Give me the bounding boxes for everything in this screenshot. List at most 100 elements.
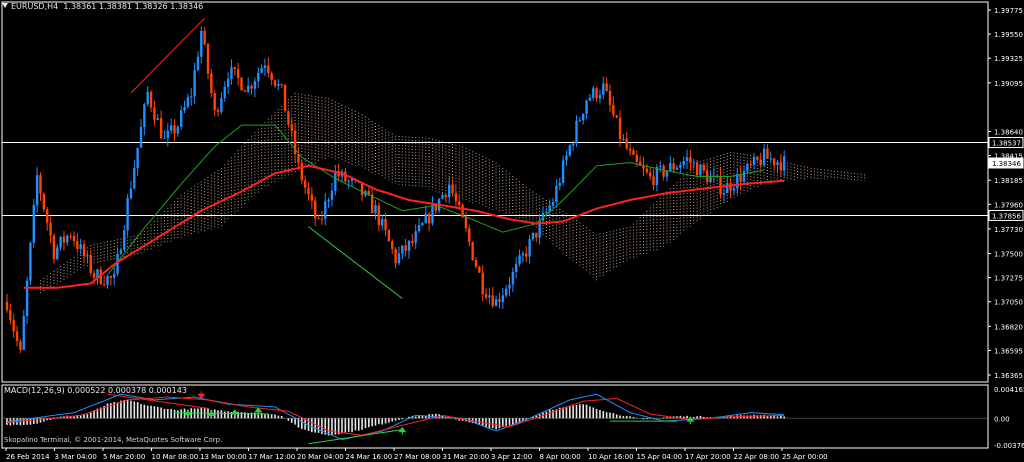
candle-body: [484, 294, 488, 298]
candle-body: [109, 276, 113, 278]
candle-body: [762, 148, 766, 166]
candle-body: [746, 163, 749, 172]
candle-body: [32, 204, 35, 243]
candle-body: [652, 176, 655, 186]
candle-body: [645, 168, 649, 173]
candle-body: [226, 78, 230, 87]
candle-body: [783, 156, 786, 171]
candle-body: [602, 83, 605, 95]
candle-body: [394, 248, 397, 264]
candle-body: [300, 162, 303, 181]
main-plot-frame: [1, 1, 989, 383]
candle-body: [595, 88, 598, 99]
candle-body: [330, 190, 334, 200]
candle-body: [56, 247, 59, 259]
candle-body: [166, 130, 169, 138]
candle-body: [561, 160, 565, 183]
candle-body: [317, 218, 320, 220]
candle-body: [494, 299, 498, 307]
y-tick-label: 1.38185: [994, 177, 1023, 185]
candle-body: [508, 284, 511, 289]
candle-body: [515, 264, 518, 272]
candle-body: [702, 164, 705, 171]
candle-body: [69, 235, 72, 237]
candle-body: [454, 193, 458, 202]
up-arrow-icon: [398, 426, 407, 435]
candle-body: [615, 115, 618, 118]
candle-body: [468, 228, 471, 243]
candle-body: [72, 235, 76, 242]
candle-body: [578, 120, 582, 122]
candle-body: [42, 193, 46, 210]
candle-body: [52, 235, 56, 259]
candle-body: [551, 202, 555, 206]
candle-body: [190, 96, 193, 98]
candle-body: [625, 138, 628, 149]
symbol-label: EURUSD,H4: [11, 2, 59, 11]
candle-body: [441, 195, 444, 200]
y-tick-label: 1.39550: [994, 31, 1023, 39]
candle-body: [203, 30, 206, 45]
candle-body: [632, 150, 635, 155]
candle-body: [324, 201, 327, 219]
candle-body: [277, 84, 280, 86]
x-tick-label: 3 Mar 04:00: [55, 453, 97, 461]
y-tick-label: 1.37050: [994, 299, 1023, 307]
candle-body: [618, 117, 622, 140]
candle-body: [233, 67, 236, 70]
candle-body: [200, 30, 203, 57]
x-tick-label: 20 Mar 04:00: [297, 453, 344, 461]
candle-body: [220, 98, 223, 112]
candle-body: [655, 166, 659, 186]
candle-body: [15, 331, 19, 342]
candle-body: [397, 253, 401, 264]
candle-body: [240, 77, 243, 91]
candle-body: [719, 176, 722, 195]
y-tick-label: 1.36595: [994, 347, 1023, 355]
candle-body: [280, 84, 283, 86]
candle-body: [176, 126, 180, 134]
candle-body: [682, 160, 685, 166]
candle-body: [732, 188, 736, 191]
candle-body: [19, 341, 22, 350]
x-tick-label: 10 Apr 16:00: [588, 453, 634, 461]
candle-body: [334, 170, 337, 191]
macd-y-tick-label: 0.00: [994, 415, 1010, 423]
candle-body: [535, 232, 538, 238]
candle-body: [772, 158, 776, 166]
candle-body: [307, 187, 310, 195]
candle-body: [565, 155, 568, 161]
candle-body: [695, 162, 699, 176]
candle-body: [136, 147, 139, 168]
candle-body: [243, 90, 247, 92]
candle-body: [699, 164, 702, 176]
candle-body: [39, 175, 42, 194]
candle-body: [612, 104, 615, 116]
candle-body: [79, 244, 82, 249]
y-tick-label: 1.39775: [994, 7, 1023, 15]
x-tick-label: 5 Mar 20:00: [103, 453, 145, 461]
y-tick-label: 1.37500: [994, 251, 1023, 259]
candle-body: [756, 156, 759, 160]
candle-body: [236, 69, 240, 78]
candle-body: [659, 165, 662, 167]
candle-body: [585, 100, 588, 114]
candle-body: [665, 170, 669, 177]
x-tick-label: 26 Feb 2014: [6, 453, 50, 461]
candle-body: [404, 245, 407, 251]
candle-body: [421, 223, 424, 226]
macd-y-tick-label: -0.003766: [994, 442, 1024, 450]
up-arrow-icon: [183, 409, 192, 418]
candle-body: [478, 266, 481, 273]
candle-body: [451, 184, 454, 194]
candle-body: [525, 253, 528, 257]
candle-body: [391, 241, 394, 249]
slow-moving-average: [23, 164, 785, 289]
candle-body: [5, 301, 9, 311]
candle-body: [749, 163, 752, 165]
chart-window: 1.39775 1.39550 1.39325 1.39095 1.38640 1.384…: [0, 0, 1024, 462]
candle-body: [89, 255, 92, 274]
candle-body: [263, 65, 267, 68]
x-tick-label: 13 Mar 00:00: [200, 453, 247, 461]
dropdown-icon[interactable]: [2, 3, 8, 8]
